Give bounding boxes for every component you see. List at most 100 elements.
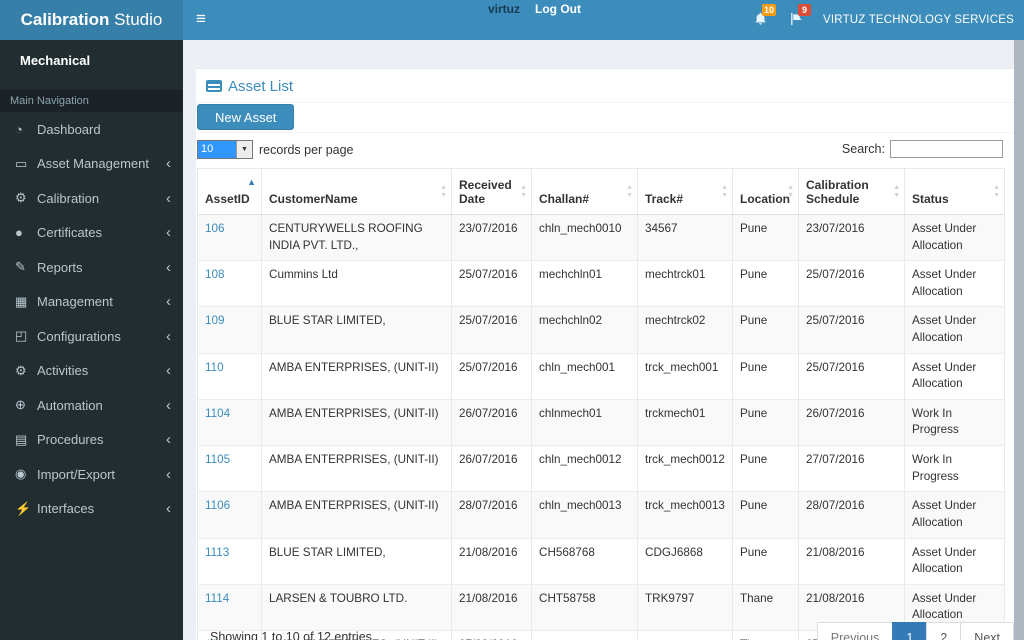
sort-down-icon: ▼ (626, 191, 633, 199)
table-row: 110 AMBA ENTERPRISES, (UNIT-II) 25/07/2016… (197, 353, 1005, 400)
top-navbar: Calibration Studio ≡ virtuz Log Out 10 9… (0, 0, 1024, 40)
chevron-left-icon: ‹ (166, 431, 171, 449)
sort-up-icon: ▲ (626, 183, 633, 191)
table-row: 1105 AMBA ENTERPRISES, (UNIT-II) 26/07/201… (197, 445, 1005, 493)
track-cell: trck_mech001 (637, 353, 733, 400)
pagination-previous-button[interactable]: Previous (816, 622, 894, 640)
pagination-1-button[interactable]: 1 (892, 622, 928, 640)
sidebar-item-certificates[interactable]: ● Certificates ‹ (0, 216, 183, 251)
sort-up-icon: ▲ (520, 183, 527, 191)
calibration-schedule-cell: 28/07/2016 (798, 491, 905, 539)
chevron-left-icon: ‹ (166, 396, 171, 414)
sort-icons: ▲ ▼ (787, 184, 794, 200)
asset-id-link[interactable]: 1114 (205, 592, 229, 605)
challan-cell: CH568768 (531, 538, 638, 585)
pagination-2-button[interactable]: 2 (926, 622, 962, 640)
brand-name-bold: Calibration (20, 10, 110, 29)
sidebar-item-asset-management[interactable]: ▭ Asset Management ‹ (0, 147, 183, 182)
location-cell: Thane (732, 630, 799, 640)
user-session-area: virtuz Log Out (488, 2, 581, 16)
asset-id-cell: 110 (197, 353, 262, 400)
column-header-received-date[interactable]: Received Date ▲ ▼ (451, 168, 532, 215)
column-label: AssetID (205, 192, 250, 206)
status-cell: Work In Progress (904, 445, 1005, 493)
column-header-customername[interactable]: CustomerName ▲ ▼ (261, 168, 452, 215)
asset-id-cell: 1104 (197, 399, 262, 447)
flags-button[interactable]: 9 (789, 4, 811, 31)
sidebar-item-import-export[interactable]: ◉ Import/Export ‹ (0, 457, 183, 492)
logout-link[interactable]: Log Out (535, 2, 581, 16)
chevron-left-icon: ‹ (166, 224, 171, 242)
received-date-cell: 25/07/2016 (451, 306, 532, 354)
asset-id-cell: 1113 (197, 538, 262, 585)
asset-id-link[interactable]: 110 (205, 361, 224, 374)
sidebar-menu: ◔ Dashboard ▭ Asset Management ‹ ⚙ Calibration… (0, 112, 183, 526)
asset-id-cell: 109 (197, 306, 262, 354)
table-row: 1113 BLUE STAR LIMITED, 21/08/2016 CH568768… (197, 538, 1005, 585)
sidebar-toggle-icon[interactable]: ≡ (184, 0, 218, 40)
app-root: Calibration Studio ≡ virtuz Log Out 10 9… (0, 0, 1024, 640)
username-label[interactable]: virtuz (488, 2, 520, 16)
sidebar-item-label: Management (37, 294, 113, 310)
asset-id-link[interactable]: 1106 (205, 499, 230, 512)
column-header-track[interactable]: Track# ▲ ▼ (637, 168, 733, 215)
asset-id-link[interactable]: 1113 (205, 546, 229, 559)
sort-down-icon: ▼ (893, 191, 900, 199)
new-asset-button[interactable]: New Asset (197, 104, 295, 130)
sort-up-icon: ▲ (993, 183, 1000, 191)
sidebar-item-label: Asset Management (37, 156, 150, 172)
sidebar-item-automation[interactable]: ⊕ Automation ‹ (0, 388, 183, 423)
notifications-button[interactable]: 10 (753, 4, 777, 31)
challan-cell: mechchln02 (531, 306, 638, 354)
column-header-calibration-schedule[interactable]: Calibration Schedule ▲ ▼ (798, 168, 905, 215)
sidebar-item-procedures[interactable]: ▤ Procedures ‹ (0, 423, 183, 458)
column-header-location[interactable]: Location ▲ ▼ (732, 168, 799, 215)
pagination-next-button[interactable]: Next (960, 622, 1014, 640)
app-logo[interactable]: Calibration Studio (0, 0, 183, 40)
asset-id-link[interactable]: 1104 (205, 407, 230, 420)
customer-name-cell: AMBA ENTERPRISES, (UNIT-II) (261, 353, 452, 400)
asset-id-cell: 108 (197, 260, 262, 308)
sidebar-item-interfaces[interactable]: ⚡ Interfaces ‹ (0, 492, 183, 527)
sort-icons: ▲ ▼ (440, 184, 447, 200)
records-per-page-select[interactable]: 10 ▼ (197, 140, 253, 159)
sidebar-item-dashboard[interactable]: ◔ Dashboard (0, 112, 183, 147)
sidebar-item-calibration[interactable]: ⚙ Calibration ‹ (0, 181, 183, 216)
vertical-scrollbar[interactable] (1014, 40, 1024, 640)
sort-asc-icon: ▲ (247, 177, 256, 187)
challan-cell (531, 630, 638, 640)
calibration-schedule-cell: 25/07/2016 (798, 260, 905, 308)
asset-id-link[interactable]: 109 (205, 314, 225, 327)
column-label: Track# (645, 192, 684, 206)
asset-id-link[interactable]: 106 (205, 222, 225, 235)
actions-row: New Asset (196, 103, 1014, 133)
sidebar-item-reports[interactable]: ✎ Reports ‹ (0, 250, 183, 285)
location-cell: Pune (732, 214, 799, 262)
sort-icons: ▲ ▼ (893, 184, 900, 200)
sort-down-icon: ▼ (520, 191, 527, 199)
track-cell: mechtrck02 (637, 306, 733, 354)
search-input[interactable] (890, 140, 1003, 158)
location-cell: Pune (732, 399, 799, 447)
records-per-page-label: records per page (259, 142, 354, 157)
asset-id-link[interactable]: 1105 (205, 453, 230, 466)
asset-id-link[interactable]: 108 (205, 268, 225, 281)
track-cell: trck_mech0012 (637, 445, 733, 493)
sidebar-item-management[interactable]: ▦ Management ‹ (0, 285, 183, 320)
sidebar-item-label: Automation (37, 397, 103, 413)
sidebar-item-activities[interactable]: ⚙ Activities ‹ (0, 354, 183, 389)
asset-id-cell: 106 (197, 214, 262, 262)
table-row: 109 BLUE STAR LIMITED, 25/07/2016 mechchln0… (197, 306, 1005, 354)
status-cell: Asset Under Allocation (904, 538, 1005, 585)
column-header-assetid[interactable]: AssetID ▲ (197, 168, 262, 215)
challan-cell: chln_mech0012 (531, 445, 638, 493)
chevron-left-icon: ‹ (166, 293, 171, 311)
sidebar-item-configurations[interactable]: ◰ Configurations ‹ (0, 319, 183, 354)
status-cell: Asset Under Allocation (904, 353, 1005, 400)
column-header-challan[interactable]: Challan# ▲ ▼ (531, 168, 638, 215)
chevron-left-icon: ‹ (166, 500, 171, 518)
track-cell: trckmech01 (637, 399, 733, 447)
asset-table: AssetID ▲ CustomerName ▲ ▼ Received Date ▲ ▼ Cha… (197, 168, 1005, 640)
column-header-status[interactable]: Status ▲ ▼ (904, 168, 1005, 215)
status-cell: Work In Progress (904, 399, 1005, 447)
